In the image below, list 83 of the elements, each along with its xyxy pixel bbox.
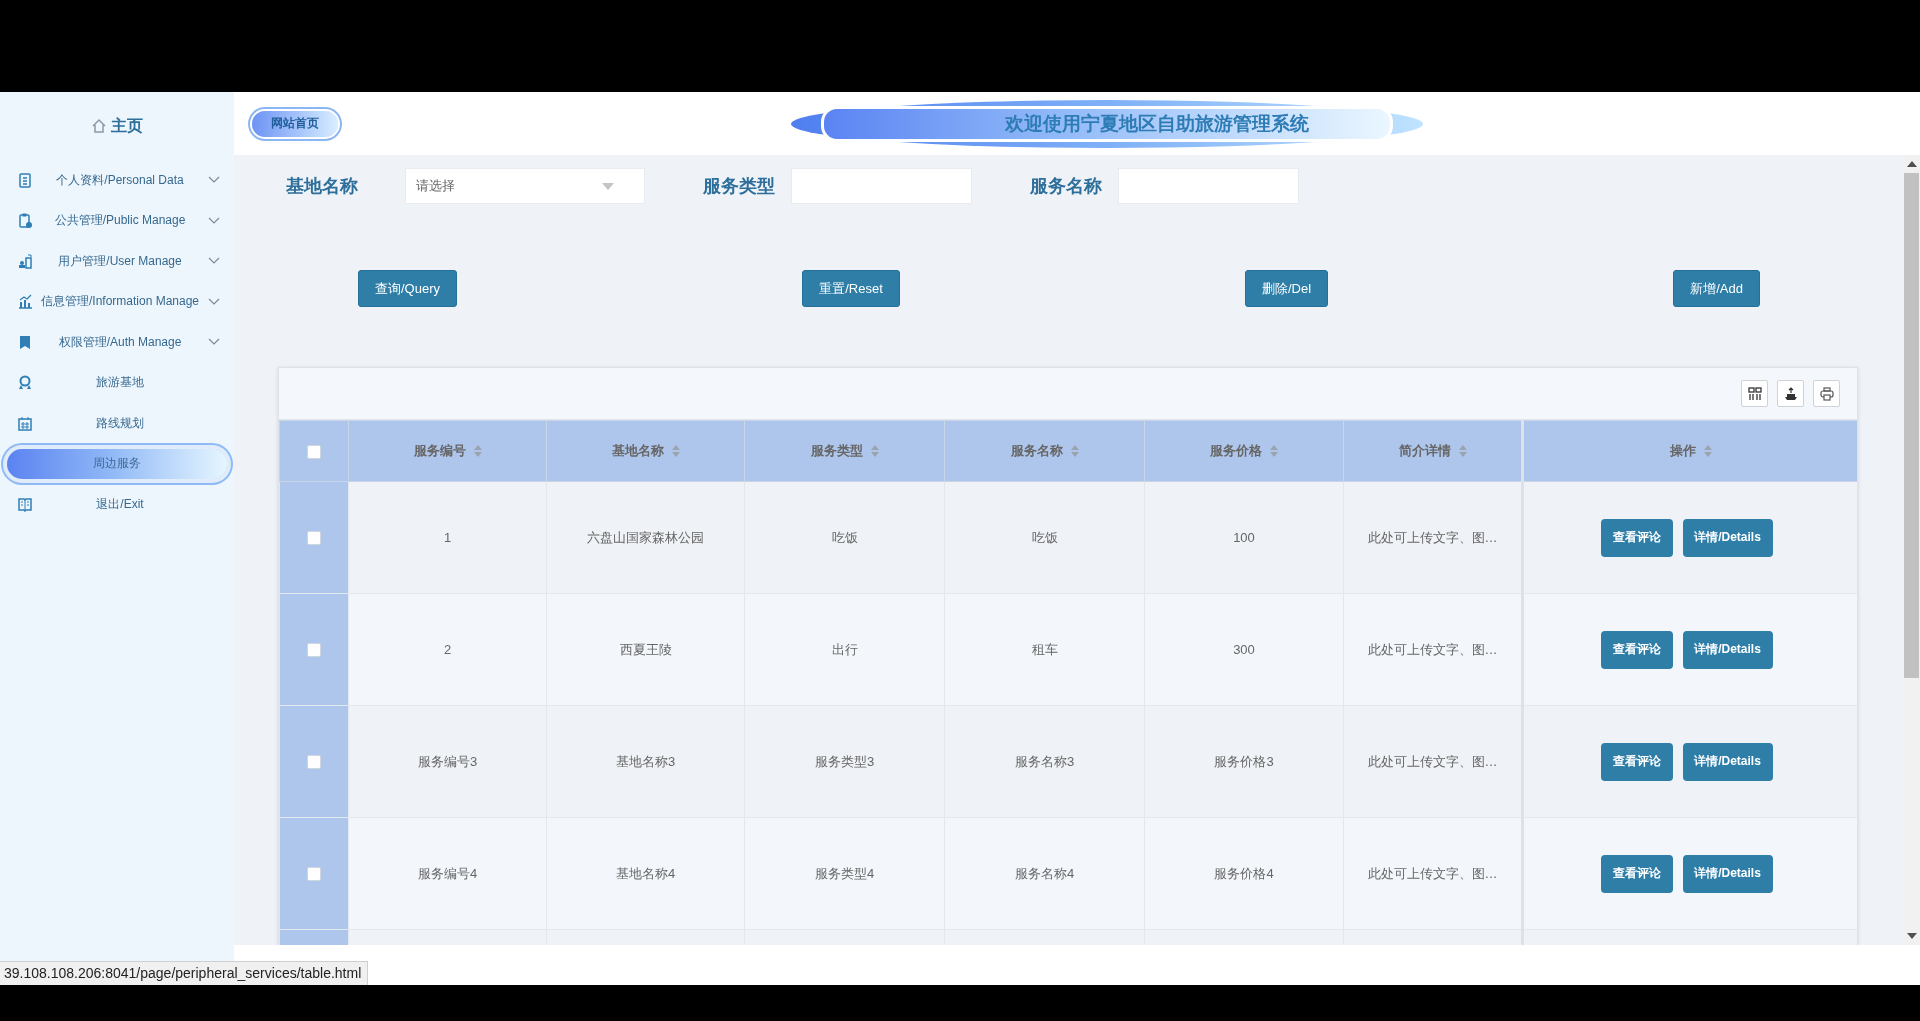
print-icon: [1819, 386, 1834, 401]
clipboard-icon: [18, 213, 32, 229]
sidebar-item[interactable]: 用户管理/User Manage: [0, 241, 234, 282]
filter-label: 服务类型: [703, 175, 776, 198]
table-cell: 服务类型4: [814, 865, 875, 881]
checkbox[interactable]: [307, 444, 321, 459]
table-cell: 服务价格3: [1214, 753, 1274, 769]
calendar-icon: [18, 415, 32, 431]
table-cell: 300: [1233, 642, 1255, 657]
table-cell: 100: [1233, 530, 1255, 545]
scroll-up-icon[interactable]: [1906, 161, 1917, 167]
view-comments-button[interactable]: 查看评论: [1600, 742, 1673, 781]
action-button[interactable]: 删除/Del: [1244, 270, 1329, 307]
filter-label: 服务名称: [1030, 175, 1103, 198]
view-comments-button[interactable]: 查看评论: [1600, 630, 1673, 669]
column-header[interactable]: 操作: [1669, 442, 1696, 460]
action-button[interactable]: 查询/Query: [358, 270, 457, 307]
table-cell: 租车: [1031, 641, 1058, 657]
action-button[interactable]: 重置/Reset: [802, 270, 900, 307]
column-header[interactable]: 服务编号: [413, 442, 466, 460]
table-cell: 基地名称4: [615, 865, 676, 881]
sidebar-item[interactable]: 权限管理/Auth Manage: [0, 322, 234, 363]
table-cell: 服务名称3: [1014, 753, 1075, 769]
view-comments-button[interactable]: 查看评论: [1600, 518, 1673, 557]
print-button[interactable]: [1813, 380, 1840, 407]
checkbox[interactable]: [307, 867, 321, 882]
column-header[interactable]: 基地名称: [611, 442, 664, 460]
filter-label: 基地名称: [286, 175, 359, 198]
sidebar-item[interactable]: 信息管理/Information Manage: [0, 281, 234, 322]
checkbox[interactable]: [307, 531, 321, 546]
table-cell: 此处可上传文字、图…: [1367, 753, 1498, 769]
details-button[interactable]: 详情/Details: [1682, 854, 1773, 893]
column-header[interactable]: 服务类型: [810, 442, 863, 460]
table-cell: 2: [443, 642, 452, 657]
page-title: 欢迎使用宁夏地区自助旅游管理系统: [1005, 111, 1309, 136]
table-cell: 1: [443, 530, 452, 545]
action-button[interactable]: 新增/Add: [1673, 270, 1760, 307]
sidebar-item[interactable]: 个人资料/Personal Data: [0, 160, 234, 201]
table-cell: 此处可上传文字、图…: [1367, 529, 1498, 545]
table-cell: 西夏王陵: [619, 641, 672, 657]
document-icon: [18, 172, 32, 188]
sidebar-item[interactable]: 公共管理/Public Manage: [0, 200, 234, 241]
table-cell: 服务名称4: [1014, 865, 1075, 881]
table-cell: 吃饭: [1031, 529, 1058, 545]
details-button[interactable]: 详情/Details: [1682, 630, 1773, 669]
table-cell: 服务编号3: [417, 753, 478, 769]
table-cell: 此处可上传文字、图…: [1367, 641, 1498, 657]
table-cell: 基地名称3: [615, 753, 676, 769]
bookmark-icon: [18, 334, 32, 350]
export-icon: [1783, 386, 1798, 401]
table-cell: 服务编号4: [417, 865, 478, 881]
column-header[interactable]: 服务名称: [1010, 442, 1063, 460]
home-link[interactable]: 主页: [91, 115, 143, 137]
book-icon: [18, 496, 32, 512]
status-url: 39.108.108.206:8041/page/peripheral_services/table.html: [0, 961, 369, 985]
scroll-down-icon[interactable]: [1906, 933, 1917, 939]
columns-icon: [1747, 386, 1762, 401]
scroll-thumb[interactable]: [1904, 173, 1919, 678]
select-field[interactable]: 请选择: [405, 168, 645, 204]
columns-button[interactable]: [1741, 380, 1768, 407]
table-cell: 六盘山国家森林公园: [587, 529, 704, 545]
scrollbar[interactable]: [1903, 155, 1920, 945]
house-icon: [91, 118, 107, 134]
table-cell: 吃饭: [831, 529, 858, 545]
details-button[interactable]: 详情/Details: [1682, 518, 1773, 557]
details-button[interactable]: 详情/Details: [1682, 742, 1773, 781]
table-cell: 服务类型3: [814, 753, 875, 769]
sidebar-item[interactable]: 旅游基地: [0, 362, 234, 403]
bar-chart-icon: [18, 294, 32, 310]
users-icon: [18, 253, 32, 269]
award-icon: [18, 375, 32, 391]
checkbox[interactable]: [307, 643, 321, 658]
column-header[interactable]: 简介详情: [1398, 442, 1451, 460]
checkbox[interactable]: [307, 755, 321, 770]
sidebar-item[interactable]: 退出/Exit: [0, 484, 234, 525]
sidebar-item[interactable]: 路线规划: [0, 403, 234, 444]
export-button[interactable]: [1777, 380, 1804, 407]
table-cell: 此处可上传文字、图…: [1367, 865, 1498, 881]
column-header[interactable]: 服务价格: [1210, 442, 1262, 460]
caret-icon: [602, 182, 614, 190]
view-comments-button[interactable]: 查看评论: [1600, 854, 1673, 893]
table-cell: 服务价格4: [1214, 865, 1274, 881]
table-cell: 出行: [831, 641, 858, 657]
